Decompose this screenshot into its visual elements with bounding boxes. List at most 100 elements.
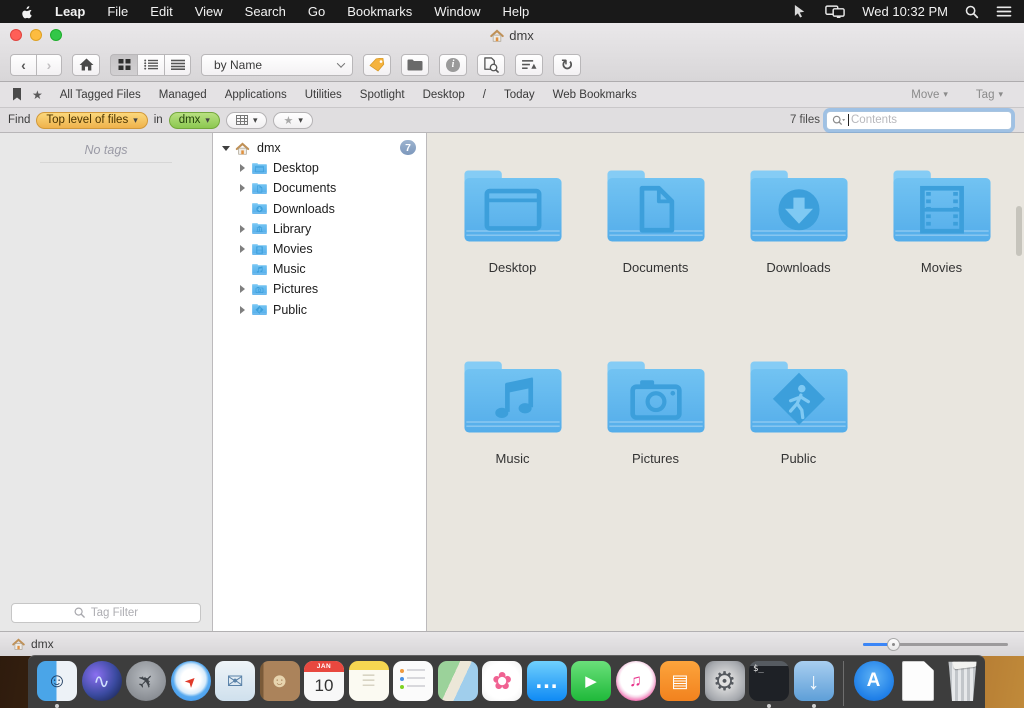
view-options-pill-dropdown[interactable]: ▾: [226, 112, 268, 129]
bookmark-today[interactable]: Today: [495, 89, 544, 101]
tree-item-desktop[interactable]: Desktop: [213, 158, 426, 178]
dock-leap[interactable]: ↓: [794, 661, 834, 701]
dock-launchpad[interactable]: ✈: [126, 661, 166, 701]
tree-item-downloads[interactable]: Downloads: [213, 199, 426, 219]
dock-calendar[interactable]: JAN10: [304, 661, 344, 701]
tag-menu-button[interactable]: Tag ▾: [967, 89, 1012, 101]
disclosure-triangle[interactable]: [236, 306, 248, 314]
bookmark-utilities[interactable]: Utilities: [296, 89, 351, 101]
zoom-button[interactable]: [50, 29, 62, 41]
tree-item-documents[interactable]: Documents: [213, 178, 426, 198]
folder-movies[interactable]: Movies: [870, 163, 1013, 354]
folder-pictures[interactable]: Pictures: [584, 354, 727, 545]
disclosure-triangle[interactable]: [220, 146, 232, 151]
menu-bookmarks[interactable]: Bookmarks: [336, 4, 423, 19]
minimize-button[interactable]: [30, 29, 42, 41]
folder-documents[interactable]: Documents: [584, 163, 727, 354]
title-bar[interactable]: dmx: [0, 23, 1024, 48]
dock-contacts[interactable]: ☻: [260, 661, 300, 701]
bookmark-spotlight[interactable]: Spotlight: [351, 89, 414, 101]
menu-edit[interactable]: Edit: [139, 4, 183, 19]
dock-app-store[interactable]: A: [854, 661, 894, 701]
dock-ibooks[interactable]: ▤: [660, 661, 700, 701]
disclosure-triangle[interactable]: [236, 245, 248, 253]
disclosure-triangle[interactable]: [236, 164, 248, 172]
dock-finder[interactable]: ☺: [37, 661, 77, 701]
menu-help[interactable]: Help: [491, 4, 540, 19]
disclosure-triangle[interactable]: [236, 225, 248, 233]
tree-item-library[interactable]: Library: [213, 219, 426, 239]
bookmark-managed[interactable]: Managed: [150, 89, 216, 101]
sort-by-dropdown[interactable]: by Name: [201, 54, 353, 76]
tag-filter-field[interactable]: Tag Filter: [11, 603, 201, 623]
apple-menu-icon[interactable]: [20, 4, 34, 19]
displays-status-icon[interactable]: [825, 5, 845, 19]
home-button[interactable]: [72, 54, 100, 76]
pointer-status-icon[interactable]: [793, 4, 808, 19]
grid-view-button[interactable]: [110, 54, 137, 76]
tree-item-movies[interactable]: Movies: [213, 239, 426, 259]
disclosure-triangle[interactable]: [236, 285, 248, 293]
slider-thumb[interactable]: [887, 638, 900, 651]
menu-go[interactable]: Go: [297, 4, 336, 19]
back-button[interactable]: ‹: [10, 54, 36, 76]
move-menu-button[interactable]: Move ▾: [902, 89, 957, 101]
tree-item-music[interactable]: Music: [213, 259, 426, 279]
list-view-button[interactable]: [137, 54, 164, 76]
rating-pill-dropdown[interactable]: ★ ▾: [273, 112, 312, 129]
menu-window[interactable]: Window: [423, 4, 491, 19]
notification-center-icon[interactable]: [996, 5, 1012, 18]
tree-item-pictures[interactable]: Pictures: [213, 279, 426, 299]
dock-safari[interactable]: ➤: [171, 661, 211, 701]
bookmark-item[interactable]: /: [474, 89, 495, 101]
info-button[interactable]: i: [439, 54, 467, 76]
icon-size-slider[interactable]: [863, 637, 1008, 651]
dock-notes[interactable]: ☰: [349, 661, 389, 701]
refresh-button[interactable]: ↻: [553, 54, 581, 76]
bookmark-web-bookmarks[interactable]: Web Bookmarks: [544, 89, 646, 101]
location-pill-dropdown[interactable]: dmx ▾: [169, 112, 220, 129]
dock-document[interactable]: [898, 661, 938, 701]
dock-siri[interactable]: ∿: [82, 661, 122, 701]
menu-view[interactable]: View: [184, 4, 234, 19]
dock-reminders[interactable]: [393, 661, 433, 701]
bookmark-all-tagged-files[interactable]: All Tagged Files: [51, 89, 150, 101]
dock-photos[interactable]: ✿: [482, 661, 522, 701]
folder-desktop[interactable]: Desktop: [441, 163, 584, 354]
dock-itunes[interactable]: ♫: [616, 661, 656, 701]
filter-button[interactable]: [515, 54, 543, 76]
folder-button[interactable]: [401, 54, 429, 76]
scope-pill-dropdown[interactable]: Top level of files ▾: [36, 112, 147, 129]
forward-button[interactable]: ›: [36, 54, 62, 76]
star-bookmark-icon[interactable]: ★: [32, 88, 43, 102]
menu-clock[interactable]: Wed 10:32 PM: [862, 4, 948, 19]
bookmark-applications[interactable]: Applications: [216, 89, 296, 101]
close-button[interactable]: [10, 29, 22, 41]
bookmark-icon[interactable]: [12, 88, 22, 101]
tag-button[interactable]: [363, 54, 391, 76]
dock-facetime[interactable]: ▶: [571, 661, 611, 701]
folder-public[interactable]: Public: [727, 354, 870, 545]
compact-list-view-button[interactable]: [164, 54, 191, 76]
dock-mail[interactable]: ✉: [215, 661, 255, 701]
menu-search[interactable]: Search: [234, 4, 297, 19]
menu-file[interactable]: File: [96, 4, 139, 19]
bookmark-desktop[interactable]: Desktop: [414, 89, 474, 101]
tree-item-public[interactable]: Public: [213, 300, 426, 320]
search-icon[interactable]: [832, 115, 846, 126]
disclosure-triangle[interactable]: [236, 184, 248, 192]
dock-messages[interactable]: …: [527, 661, 567, 701]
dock-system-preferences[interactable]: ⚙: [705, 661, 745, 701]
dock-trash[interactable]: [943, 661, 983, 701]
spotlight-search-icon[interactable]: [965, 5, 979, 19]
vertical-scrollbar[interactable]: [1016, 206, 1022, 256]
search-content-button[interactable]: [477, 54, 505, 76]
folder-music[interactable]: Music: [441, 354, 584, 545]
menu-leap[interactable]: Leap: [44, 4, 96, 19]
dock-maps[interactable]: [438, 661, 478, 701]
contents-search-field[interactable]: [826, 111, 1012, 130]
search-input[interactable]: [851, 114, 1006, 126]
folder-downloads[interactable]: Downloads: [727, 163, 870, 354]
tree-item-dmx[interactable]: dmx7: [213, 138, 426, 158]
dock-terminal[interactable]: $_: [749, 661, 789, 701]
